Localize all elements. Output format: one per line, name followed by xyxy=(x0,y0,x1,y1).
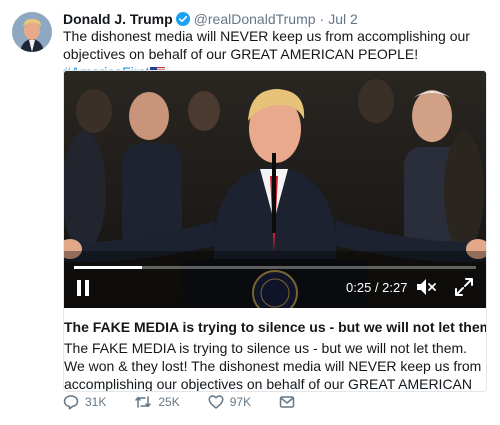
tweet-actions: 31K 25K 97K xyxy=(63,392,329,412)
tweet-body: The dishonest media will NEVER keep us f… xyxy=(63,28,470,62)
heart-icon xyxy=(208,395,224,409)
envelope-icon xyxy=(279,396,295,408)
tweet-date[interactable]: Jul 2 xyxy=(328,11,358,27)
retweet-count: 25K xyxy=(158,395,180,409)
direct-message-button[interactable] xyxy=(279,395,301,409)
volume-muted-icon[interactable] xyxy=(416,278,436,296)
retweet-icon xyxy=(135,396,152,408)
author-name[interactable]: Donald J. Trump xyxy=(63,11,173,27)
reply-icon xyxy=(63,395,79,410)
video-progress-bar[interactable] xyxy=(74,266,476,269)
like-count: 97K xyxy=(229,395,252,409)
reply-count: 31K xyxy=(85,395,107,409)
tweet[interactable]: Donald J. Trump @realDonaldTrump · Jul 2… xyxy=(0,0,500,425)
avatar[interactable] xyxy=(12,12,52,52)
media-card[interactable]: 0:25 / 2:27 The FAKE MEDIA is trying to … xyxy=(63,70,487,392)
video-progress-fill xyxy=(74,266,143,269)
author-handle[interactable]: @realDonaldTrump xyxy=(194,11,316,27)
card-description: The FAKE MEDIA is trying to silence us -… xyxy=(64,340,482,392)
reply-button[interactable]: 31K xyxy=(63,394,106,410)
separator-dot: · xyxy=(319,11,325,27)
video-player[interactable]: 0:25 / 2:27 xyxy=(64,71,486,308)
video-time: 0:25 / 2:27 xyxy=(346,280,408,295)
fullscreen-icon[interactable] xyxy=(454,277,474,297)
video-frame xyxy=(64,71,486,308)
verified-badge-icon xyxy=(175,12,190,26)
card-title[interactable]: The FAKE MEDIA is trying to silence us -… xyxy=(64,319,486,335)
tweet-header: Donald J. Trump @realDonaldTrump · Jul 2 xyxy=(63,10,358,28)
retweet-button[interactable]: 25K xyxy=(134,394,180,410)
like-button[interactable]: 97K xyxy=(208,394,251,410)
pause-icon[interactable] xyxy=(76,279,90,297)
